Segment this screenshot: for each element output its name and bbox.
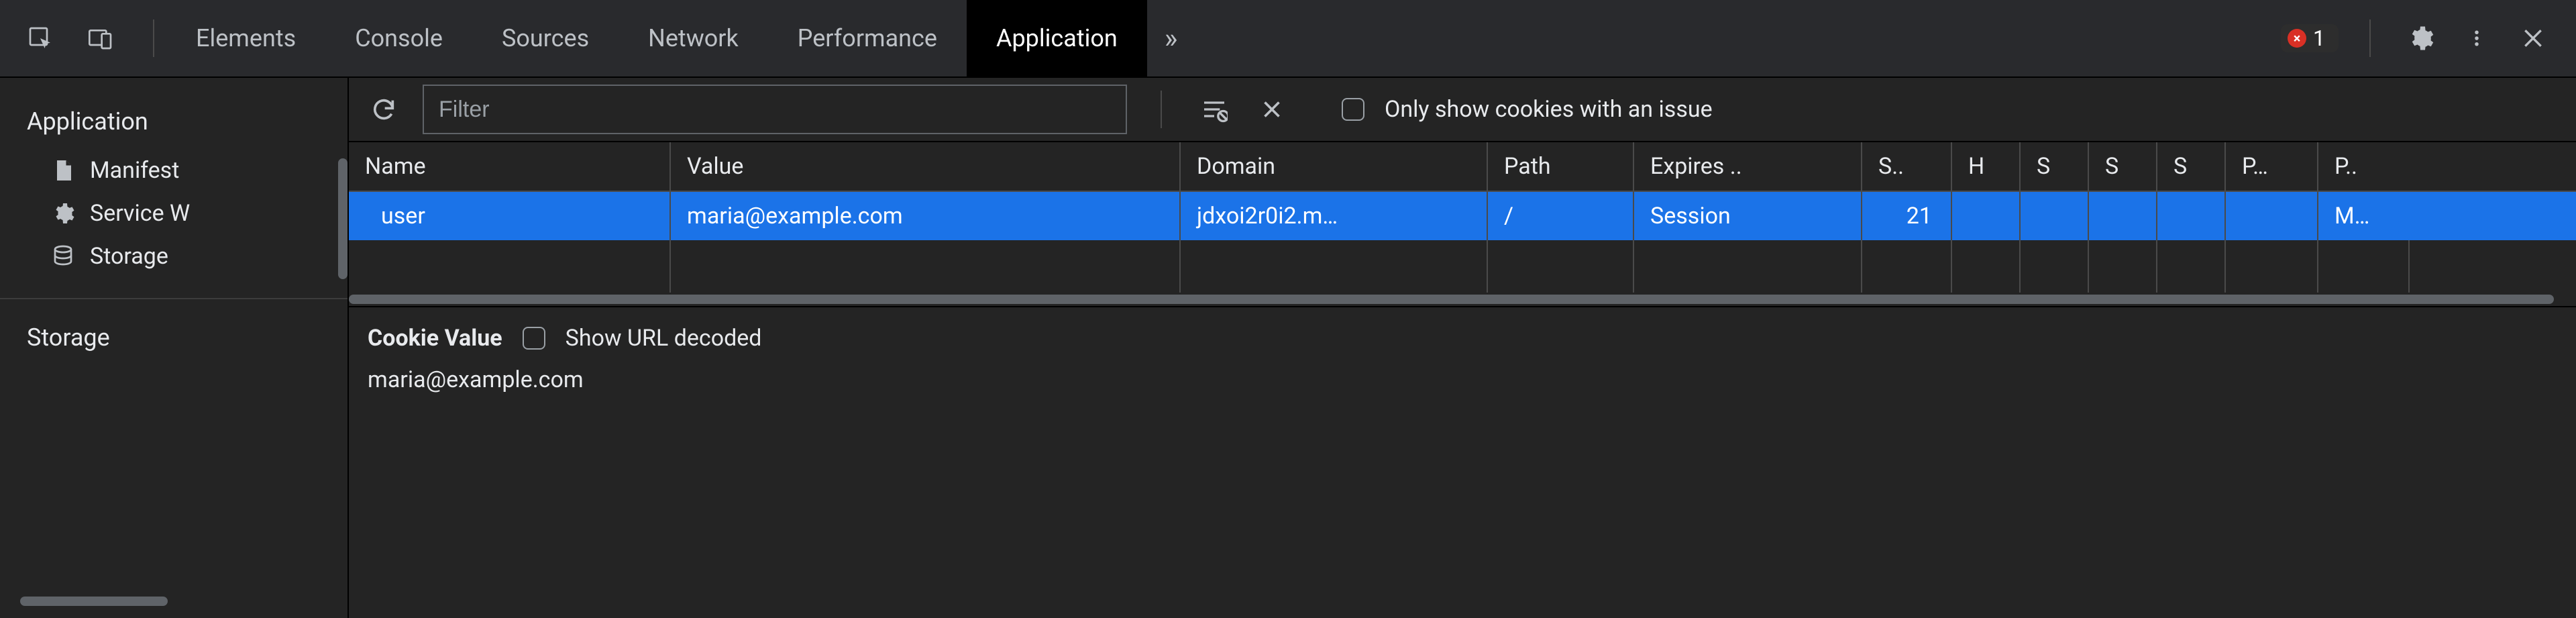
cookies-toolbar: Only show cookies with an issue xyxy=(349,78,2576,142)
toolbar-divider xyxy=(1161,91,1162,128)
close-devtools-icon[interactable] xyxy=(2514,19,2552,57)
col-httponly[interactable]: H xyxy=(1952,142,2021,191)
issue-filter-label[interactable]: Only show cookies with an issue xyxy=(1385,96,1713,123)
cell-name: user xyxy=(349,192,671,240)
sidebar-separator xyxy=(0,298,347,299)
tab-sources[interactable]: Sources xyxy=(472,0,619,76)
devtools-tabbar: Elements Console Sources Network Perform… xyxy=(0,0,2576,78)
filter-input[interactable] xyxy=(423,85,1127,134)
sidebar-item-label: Manifest xyxy=(90,157,179,184)
sidebar-item-service-workers[interactable]: Service W xyxy=(31,192,347,235)
sidebar-horizontal-scrollbar[interactable] xyxy=(20,597,168,606)
tab-network[interactable]: Network xyxy=(619,0,768,76)
col-samesite[interactable]: S xyxy=(2089,142,2157,191)
url-decoded-checkbox[interactable] xyxy=(523,327,545,350)
application-sidebar: Application Manifest Service W xyxy=(0,78,349,618)
col-secure[interactable]: S xyxy=(2021,142,2089,191)
clear-icon[interactable] xyxy=(1253,91,1291,128)
cookie-value-title: Cookie Value xyxy=(368,325,502,352)
cell-value: maria@example.com xyxy=(671,192,1181,240)
cell-partitionkey xyxy=(2226,192,2318,240)
issue-filter-checkbox[interactable] xyxy=(1342,98,1364,121)
sidebar-item-manifest[interactable]: Manifest xyxy=(31,149,347,192)
col-value[interactable]: Value xyxy=(671,142,1181,191)
table-horizontal-scrollbar[interactable] xyxy=(349,293,2576,306)
error-icon: × xyxy=(2288,29,2306,48)
tabbar-divider xyxy=(153,19,154,57)
table-row[interactable]: user maria@example.com jdxoi2r0i2.m… / S… xyxy=(349,192,2576,240)
col-partitionkey[interactable]: P… xyxy=(2226,142,2318,191)
col-expires[interactable]: Expires .. xyxy=(1634,142,1862,191)
cell-samesite xyxy=(2089,192,2157,240)
col-priority[interactable]: P.. xyxy=(2318,142,2410,191)
sidebar-item-storage[interactable]: Storage xyxy=(31,235,347,278)
col-name[interactable]: Name xyxy=(349,142,671,191)
col-size[interactable]: S.. xyxy=(1862,142,1952,191)
cell-sameparty xyxy=(2157,192,2226,240)
sidebar-item-label: Storage xyxy=(90,243,168,270)
tab-performance[interactable]: Performance xyxy=(768,0,967,76)
col-sameparty[interactable]: S xyxy=(2157,142,2226,191)
cell-httponly xyxy=(1952,192,2021,240)
manifest-icon xyxy=(51,158,75,183)
cell-priority: M… xyxy=(2318,192,2410,240)
cell-path: / xyxy=(1488,192,1634,240)
cell-size: 21 xyxy=(1862,192,1952,240)
error-count: 1 xyxy=(2313,25,2325,51)
table-row-empty[interactable] xyxy=(349,240,2576,293)
error-count-badge[interactable]: × 1 xyxy=(2281,24,2339,52)
cell-expires: Session xyxy=(1634,192,1862,240)
clear-all-filter-icon[interactable] xyxy=(1195,91,1233,128)
tabs-overflow-icon[interactable]: » xyxy=(1147,22,1195,55)
col-path[interactable]: Path xyxy=(1488,142,1634,191)
kebab-menu-icon[interactable] xyxy=(2458,19,2496,57)
settings-icon[interactable] xyxy=(2402,19,2439,57)
tabbar-divider xyxy=(2369,19,2371,57)
sidebar-section-storage[interactable]: Storage xyxy=(0,314,347,361)
col-domain[interactable]: Domain xyxy=(1181,142,1488,191)
storage-icon xyxy=(51,244,75,268)
url-decoded-label[interactable]: Show URL decoded xyxy=(566,325,762,352)
refresh-icon[interactable] xyxy=(365,91,402,128)
sidebar-item-label: Service W xyxy=(90,200,190,227)
cookies-table: Name Value Domain Path Expires .. S.. H … xyxy=(349,142,2576,307)
device-toolbar-icon[interactable] xyxy=(82,19,119,57)
tab-application[interactable]: Application xyxy=(967,0,1147,76)
cookie-detail-pane: Cookie Value Show URL decoded maria@exam… xyxy=(349,307,2576,618)
inspect-element-icon[interactable] xyxy=(21,19,59,57)
cookie-value-text[interactable]: maria@example.com xyxy=(368,352,2557,393)
tab-elements[interactable]: Elements xyxy=(166,0,325,76)
table-header: Name Value Domain Path Expires .. S.. H … xyxy=(349,142,2576,192)
cell-secure xyxy=(2021,192,2089,240)
cell-domain: jdxoi2r0i2.m… xyxy=(1181,192,1488,240)
sidebar-section-application[interactable]: Application xyxy=(0,98,347,145)
gear-icon xyxy=(51,201,75,225)
tab-console[interactable]: Console xyxy=(325,0,472,76)
